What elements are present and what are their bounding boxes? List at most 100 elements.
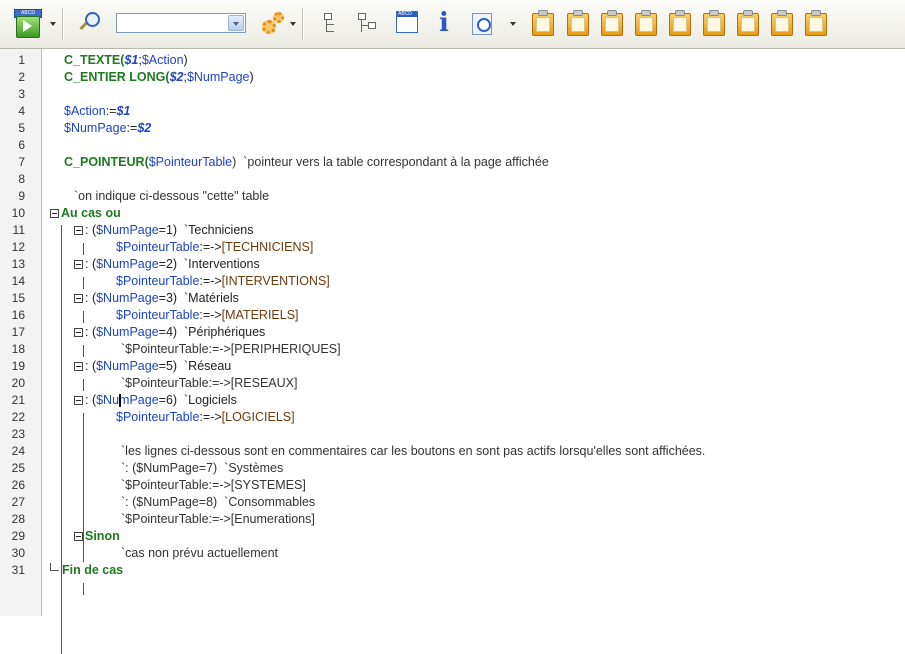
- code-line[interactable]: 5 $NumPage:=$2: [0, 120, 905, 137]
- token-txt: :=->: [199, 410, 222, 424]
- code-line[interactable]: 9 `on indique ci-dessous "cette" table: [0, 188, 905, 205]
- token-var: $NumPage: [96, 393, 159, 407]
- line-number: 9: [18, 189, 25, 203]
- line-number: 4: [18, 104, 25, 118]
- gear-small-icon: [273, 12, 284, 23]
- code-line[interactable]: 4 $Action:=$1: [0, 103, 905, 120]
- code-line[interactable]: 2 C_ENTIER LONG($2;$NumPage): [0, 69, 905, 86]
- collapse-toggle-icon[interactable]: [74, 396, 83, 405]
- token-kw: Sinon: [85, 529, 120, 543]
- token-var: $NumPage: [96, 257, 159, 271]
- code-line[interactable]: 7 C_POINTEUR($PointeurTable) `pointeur ve…: [0, 154, 905, 171]
- collapse-toggle-icon[interactable]: [74, 362, 83, 371]
- code-line[interactable]: 17: ($NumPage=4) `Périphériques: [0, 324, 905, 341]
- code-line[interactable]: 26 `$PointeurTable:=->[SYSTEMES]: [0, 477, 905, 494]
- timer-dropdown-arrow[interactable]: [510, 22, 516, 26]
- search-button[interactable]: [76, 10, 104, 38]
- info-icon[interactable]: i: [434, 9, 454, 37]
- code-line[interactable]: 14 $PointeurTable:=->[INTERVENTIONS]: [0, 273, 905, 290]
- token-kw: C_ENTIER LONG(: [64, 70, 170, 84]
- line-number: 24: [11, 444, 25, 458]
- text-cursor: [119, 394, 121, 407]
- code-editor[interactable]: 1 C_TEXTE($1;$Action) 2 C_ENTIER LONG($2;$N…: [0, 49, 905, 654]
- code-text: : ($NumPage=3) `Matériels: [74, 290, 239, 307]
- code-text: $PointeurTable:=->[MATERIELS]: [116, 307, 299, 324]
- code-line[interactable]: 22 $PointeurTable:=->[LOGICIELS]: [0, 409, 905, 426]
- code-text: `: ($NumPage=7) `Systèmes: [121, 460, 283, 477]
- method-list-dropdown-button[interactable]: [228, 15, 244, 31]
- line-number: 19: [11, 359, 25, 373]
- line-number: 1: [18, 53, 25, 67]
- clipboard-icon[interactable]: [635, 10, 657, 36]
- code-line[interactable]: 13: ($NumPage=2) `Interventions: [0, 256, 905, 273]
- code-text: : ($NumPage=5) `Réseau: [74, 358, 231, 375]
- collapse-toggle-icon[interactable]: [74, 294, 83, 303]
- collapse-toggle-icon[interactable]: [74, 328, 83, 337]
- code-line[interactable]: 21: ($NumPage=6) `Logiciels: [0, 392, 905, 409]
- gears-dropdown-arrow[interactable]: [290, 22, 296, 26]
- code-line[interactable]: 24 `les lignes ci-dessous sont en comment…: [0, 443, 905, 460]
- collapse-tree-icon[interactable]: [322, 12, 340, 34]
- code-line[interactable]: 16 $PointeurTable:=->[MATERIELS]: [0, 307, 905, 324]
- code-text: Au cas ou: [50, 205, 121, 222]
- code-text: `$PointeurTable:=->[RESEAUX]: [121, 375, 297, 392]
- code-line[interactable]: 19 : ($NumPage=5) `Réseau: [0, 358, 905, 375]
- collapse-toggle-icon[interactable]: [74, 226, 83, 235]
- code-line[interactable]: 18 `$PointeurTable:=->[PERIPHERIQUES]: [0, 341, 905, 358]
- code-line[interactable]: 12 $PointeurTable:=->[TECHNICIENS]: [0, 239, 905, 256]
- code-line[interactable]: 3: [0, 86, 905, 103]
- collapse-toggle-icon[interactable]: [74, 260, 83, 269]
- run-dropdown-arrow[interactable]: [50, 22, 56, 26]
- code-line[interactable]: 10 Au cas ou: [0, 205, 905, 222]
- clipboard-icon[interactable]: [703, 10, 725, 36]
- clipboard-icon[interactable]: [567, 10, 589, 36]
- code-text: : ($NumPage=6) `Logiciels: [74, 392, 237, 409]
- toolbar-separator: [302, 8, 304, 40]
- method-list-select[interactable]: [116, 13, 246, 33]
- line-number: 15: [11, 291, 25, 305]
- code-line[interactable]: 6: [0, 137, 905, 154]
- clipboard-icon[interactable]: [532, 10, 554, 36]
- code-line[interactable]: 25 `: ($NumPage=7) `Systèmes: [0, 460, 905, 477]
- code-line[interactable]: 31 Fin de cas: [0, 562, 905, 579]
- code-text: `$PointeurTable:=->[Enumerations]: [121, 511, 315, 528]
- code-line[interactable]: 1 C_TEXTE($1;$Action): [0, 52, 905, 69]
- token-txt: ): [183, 53, 188, 67]
- token-var: $PointeurTable: [116, 274, 200, 288]
- token-var: $NumPage: [96, 223, 159, 237]
- collapse-toggle-icon[interactable]: [50, 209, 59, 218]
- token-var: $Action: [64, 104, 106, 118]
- token-txt: : (: [85, 257, 97, 271]
- code-line[interactable]: 11: ($NumPage=1) `Techniciens: [0, 222, 905, 239]
- run-method-button[interactable]: ABCD: [14, 9, 44, 39]
- code-line[interactable]: 30 `cas non prévu actuellement: [0, 545, 905, 562]
- line-number: 30: [11, 546, 25, 560]
- token-tbl: [INTERVENTIONS]: [221, 274, 330, 288]
- clipboard-icon[interactable]: [669, 10, 691, 36]
- code-line[interactable]: 8: [0, 171, 905, 188]
- clipboard-icon[interactable]: [737, 10, 759, 36]
- gears-icon[interactable]: [262, 12, 284, 34]
- code-text: Sinon: [74, 528, 120, 545]
- code-line[interactable]: 27 `: ($NumPage=8) `Consommables: [0, 494, 905, 511]
- code-line[interactable]: 15 : ($NumPage=3) `Matériels: [0, 290, 905, 307]
- collapse-toggle-icon[interactable]: [74, 532, 83, 541]
- code-text: $NumPage:=$2: [64, 120, 151, 137]
- clipboard-icon[interactable]: [601, 10, 623, 36]
- code-line[interactable]: 29 Sinon: [0, 528, 905, 545]
- line-number: 8: [18, 172, 25, 186]
- line-number: 13: [11, 257, 25, 271]
- expand-tree-icon[interactable]: [358, 12, 376, 34]
- token-tbl: [TECHNICIENS]: [221, 240, 314, 254]
- timer-icon[interactable]: [472, 10, 498, 36]
- code-line[interactable]: 20 `$PointeurTable:=->[RESEAUX]: [0, 375, 905, 392]
- code-line[interactable]: 23: [0, 426, 905, 443]
- code-text: `les lignes ci-dessous sont en commentai…: [121, 443, 705, 460]
- clipboard-icon[interactable]: [805, 10, 827, 36]
- token-txt: ): [249, 70, 254, 84]
- window-icon[interactable]: ABCD: [396, 11, 418, 33]
- code-line[interactable]: 28 `$PointeurTable:=->[Enumerations]: [0, 511, 905, 528]
- clipboard-icon[interactable]: [771, 10, 793, 36]
- code-text: C_POINTEUR($PointeurTable) `pointeur ver…: [64, 154, 549, 171]
- token-cmt: `$PointeurTable:=->[SYSTEMES]: [121, 478, 306, 492]
